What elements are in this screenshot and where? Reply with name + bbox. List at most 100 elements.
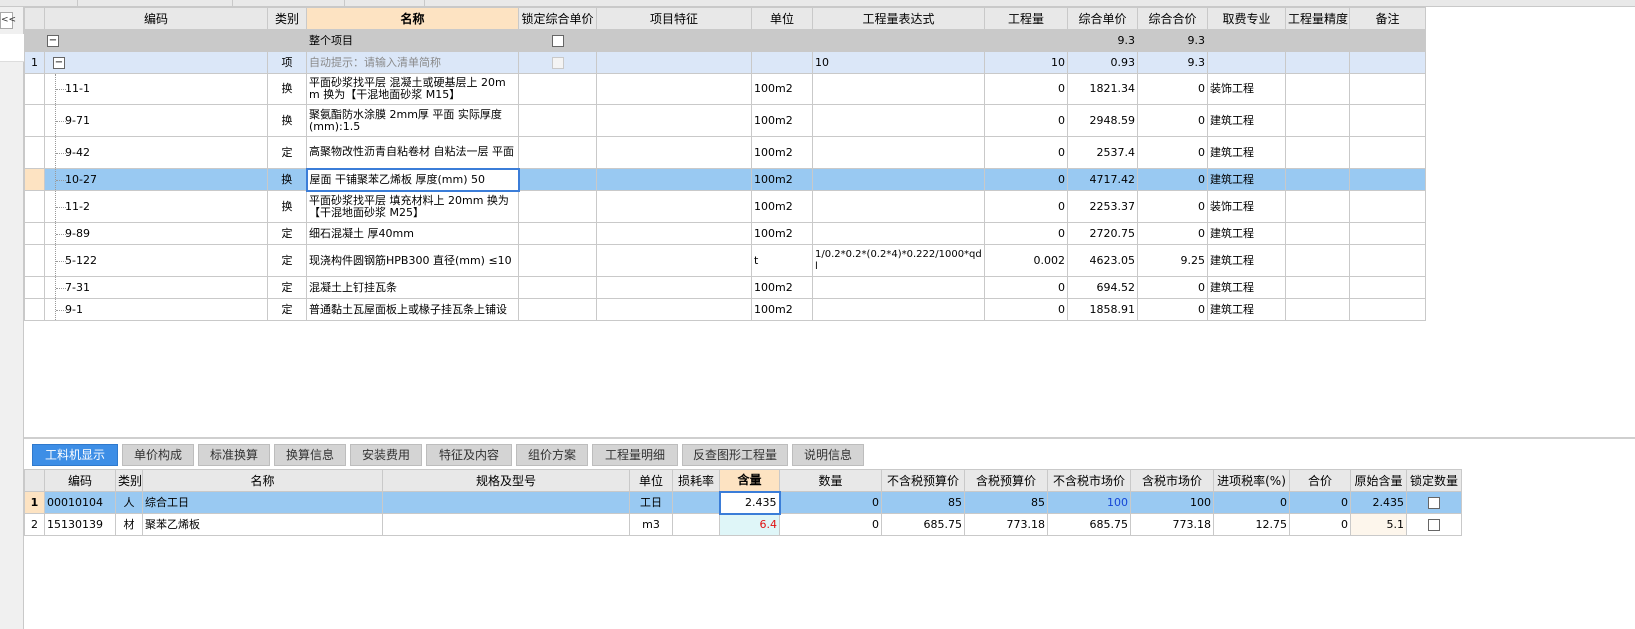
qty-cell[interactable]: 0.002 <box>984 244 1068 277</box>
lock-price-checkbox[interactable] <box>551 56 564 69</box>
col-header-unit[interactable]: 单位 <box>629 469 673 492</box>
precision-cell[interactable] <box>1285 276 1350 299</box>
fee-cell[interactable]: 建筑工程 <box>1207 136 1286 169</box>
name-cell[interactable]: 细石混凝土 厚40mm <box>306 222 519 245</box>
fee-cell[interactable]: 装饰工程 <box>1207 190 1286 223</box>
col-header-precision[interactable]: 工程量精度 <box>1285 7 1350 30</box>
unit-cell[interactable]: 100m2 <box>751 168 813 191</box>
precision-cell[interactable] <box>1285 244 1350 277</box>
qty-cell[interactable]: 0 <box>984 104 1068 137</box>
fee-cell[interactable] <box>1207 51 1286 74</box>
lock-cell[interactable] <box>518 136 597 169</box>
qty-cell[interactable]: 0 <box>984 168 1068 191</box>
name-cell[interactable]: 聚氨酯防水涂膜 2mm厚 平面 实际厚度(mm):1.5 <box>306 104 519 137</box>
col-header-market-price-excl-tax[interactable]: 不含税市场价 <box>1047 469 1131 492</box>
remark-cell[interactable] <box>1349 136 1426 169</box>
type-cell[interactable]: 定 <box>267 298 307 321</box>
col-header-budget-price-incl-tax[interactable]: 含税预算价 <box>964 469 1048 492</box>
features-cell[interactable] <box>596 136 752 169</box>
unit-cell[interactable]: t <box>751 244 813 277</box>
tab-standard-conversion[interactable]: 标准换算 <box>198 444 270 466</box>
bill-item-row[interactable]: 1 − 项 自动提示：请输入清单简称 10 10 0.93 9.3 <box>24 51 1426 74</box>
lock-cell[interactable] <box>1406 513 1462 536</box>
unit-price-cell[interactable]: 1821.34 <box>1067 73 1138 105</box>
col-header-loss-rate[interactable]: 损耗率 <box>672 469 720 492</box>
tax-rate-cell[interactable]: 0 <box>1213 491 1290 514</box>
code-cell[interactable]: 9-71 <box>44 104 268 137</box>
col-header-input-tax-rate[interactable]: 进项税率(%) <box>1213 469 1290 492</box>
precision-cell[interactable] <box>1285 136 1350 169</box>
fee-cell[interactable]: 装饰工程 <box>1207 73 1286 105</box>
content-edit-cell[interactable]: 2.435 <box>718 490 781 515</box>
precision-cell[interactable] <box>1285 222 1350 245</box>
spec-cell[interactable] <box>382 513 630 536</box>
name-cell[interactable]: 高聚物改性沥青自粘卷材 自粘法一层 平面 <box>306 136 519 169</box>
unit-cell[interactable]: 100m2 <box>751 73 813 105</box>
quota-row[interactable]: 11-2 换 平面砂浆找平层 填充材料上 20mm 换为【干混地面砂浆 M25】… <box>24 190 1426 223</box>
tab-notes[interactable]: 说明信息 <box>792 444 864 466</box>
code-cell[interactable]: 9-89 <box>44 222 268 245</box>
market-price-incl-cell[interactable]: 773.18 <box>1130 513 1214 536</box>
qty-cell[interactable]: 10 <box>984 51 1068 74</box>
lock-cell[interactable] <box>518 73 597 105</box>
lock-quantity-checkbox[interactable] <box>1428 518 1440 531</box>
remark-cell[interactable] <box>1349 168 1426 191</box>
qty-cell[interactable]: 0 <box>984 190 1068 223</box>
expr-cell[interactable] <box>812 298 985 321</box>
type-cell[interactable]: 换 <box>267 168 307 191</box>
remark-cell[interactable] <box>1349 298 1426 321</box>
tab-quantity-details[interactable]: 工程量明细 <box>592 444 678 466</box>
tax-rate-cell[interactable]: 12.75 <box>1213 513 1290 536</box>
name-cell[interactable]: 平面砂浆找平层 混凝土或硬基层上 20mm 换为【干混地面砂浆 M15】 <box>306 73 519 105</box>
quota-row[interactable]: 7-31 定 混凝土上钉挂瓦条 100m2 0 694.52 0 建筑工程 <box>24 276 1426 299</box>
col-header-features[interactable]: 项目特征 <box>596 7 752 30</box>
type-cell[interactable]: 定 <box>267 222 307 245</box>
quota-row[interactable]: 9-71 换 聚氨酯防水涂膜 2mm厚 平面 实际厚度(mm):1.5 100m… <box>24 104 1426 137</box>
quota-row-selected[interactable]: 10-27 换 屋面 干铺聚苯乙烯板 厚度(mm) 50 100m2 0 471… <box>24 167 1426 192</box>
lock-cell[interactable] <box>1406 491 1462 514</box>
market-price-excl-cell[interactable]: 685.75 <box>1047 513 1131 536</box>
collapse-tree-icon[interactable]: − <box>47 34 59 47</box>
lock-cell[interactable] <box>518 29 597 52</box>
tab-installation-fee[interactable]: 安装费用 <box>350 444 422 466</box>
unit-price-cell[interactable]: 2720.75 <box>1067 222 1138 245</box>
tab-labor-material-machine[interactable]: 工料机显示 <box>32 444 118 466</box>
remark-cell[interactable] <box>1349 276 1426 299</box>
col-header-quantity[interactable]: 工程量 <box>984 7 1068 30</box>
col-header-code[interactable]: 编码 <box>44 7 268 30</box>
unit-cell[interactable]: 100m2 <box>751 104 813 137</box>
features-cell[interactable] <box>596 51 752 74</box>
code-cell[interactable]: 11-1 <box>44 73 268 105</box>
type-cell[interactable]: 换 <box>267 73 307 105</box>
qty-cell[interactable]: 0 <box>984 222 1068 245</box>
collapse-tree-icon[interactable]: − <box>53 56 65 69</box>
features-cell[interactable] <box>596 298 752 321</box>
fee-cell[interactable]: 建筑工程 <box>1207 276 1286 299</box>
unit-cell[interactable]: 100m2 <box>751 276 813 299</box>
fee-cell[interactable]: 建筑工程 <box>1207 298 1286 321</box>
remark-cell[interactable] <box>1349 104 1426 137</box>
unit-cell[interactable]: m3 <box>629 513 673 536</box>
lock-cell[interactable] <box>518 51 597 74</box>
unit-price-cell[interactable]: 4717.42 <box>1067 168 1138 191</box>
features-cell[interactable] <box>596 104 752 137</box>
lock-cell[interactable] <box>518 190 597 223</box>
quota-row[interactable]: 5-122 定 现浇构件圆钢筋HPB300 直径(mm) ≤10 t 1/0.2… <box>24 244 1426 277</box>
budget-price-excl-cell[interactable]: 85 <box>881 491 965 514</box>
unit-price-cell[interactable]: 694.52 <box>1067 276 1138 299</box>
tab-features-content[interactable]: 特征及内容 <box>426 444 512 466</box>
type-cell[interactable]: 人 <box>115 491 143 514</box>
collapse-panel-button[interactable]: << <box>0 12 16 29</box>
market-price-excl-cell[interactable]: 100 <box>1047 491 1131 514</box>
col-header-code[interactable]: 编码 <box>44 469 116 492</box>
unit-cell[interactable]: 100m2 <box>751 298 813 321</box>
code-cell[interactable]: 00010104 <box>44 491 116 514</box>
col-header-total[interactable]: 综合合价 <box>1137 7 1208 30</box>
col-header-market-price-incl-tax[interactable]: 含税市场价 <box>1130 469 1214 492</box>
name-cell[interactable]: 混凝土上钉挂瓦条 <box>306 276 519 299</box>
remark-cell[interactable] <box>1349 73 1426 105</box>
expr-cell[interactable]: 1/0.2*0.2*(0.2*4)*0.222/1000*qdl <box>812 244 985 277</box>
budget-price-excl-cell[interactable]: 685.75 <box>881 513 965 536</box>
precision-cell[interactable] <box>1285 104 1350 137</box>
unit-price-cell[interactable]: 2537.4 <box>1067 136 1138 169</box>
